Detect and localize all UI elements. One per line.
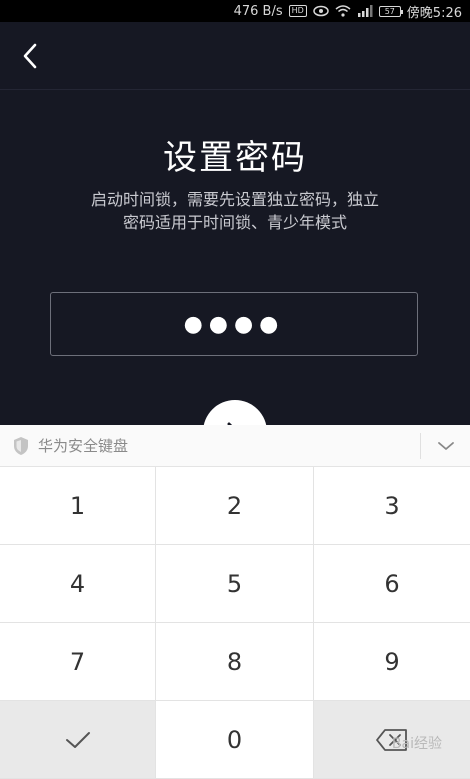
description-line-1: 启动时间锁，需要先设置独立密码，独立 [90, 190, 379, 209]
status-bar: 476 B/s HD 57 傍晚5:26 [0, 0, 470, 22]
page-title: 设置密码 [163, 138, 307, 178]
confirm-key[interactable] [0, 701, 156, 779]
hd-badge: HD [288, 5, 307, 17]
key-3[interactable]: 3 [314, 467, 470, 545]
watermark: Bai经验 [391, 736, 442, 752]
back-button[interactable] [16, 42, 44, 70]
app-screen: 设置密码 启动时间锁，需要先设置独立密码，独立 密码适用于时间锁、青少年模式 ●… [0, 22, 470, 464]
nav-bar [0, 22, 470, 90]
key-9[interactable]: 9 [314, 623, 470, 701]
wifi-icon [335, 5, 351, 17]
secure-keyboard: 华为安全键盘 1 2 3 4 5 6 7 8 9 0 Bai经验 [0, 425, 470, 779]
password-input[interactable]: ●●●● [50, 292, 418, 356]
keyboard-header: 华为安全键盘 [0, 425, 470, 467]
key-2[interactable]: 2 [156, 467, 314, 545]
battery-icon: 57 [378, 5, 403, 17]
key-0[interactable]: 0 [156, 701, 314, 779]
clock: 傍晚5:26 [406, 5, 462, 21]
eye-icon [313, 5, 329, 17]
chevron-left-icon [23, 43, 37, 68]
check-icon [65, 731, 90, 748]
collapse-keyboard-button[interactable] [420, 433, 470, 459]
battery-level: 57 [384, 6, 395, 16]
key-7[interactable]: 7 [0, 623, 156, 701]
keyboard-title: 华为安全键盘 [38, 437, 129, 455]
key-5[interactable]: 5 [156, 545, 314, 623]
key-8[interactable]: 8 [156, 623, 314, 701]
description-line-2: 密码适用于时间锁、青少年模式 [122, 213, 347, 232]
key-6[interactable]: 6 [314, 545, 470, 623]
key-1[interactable]: 1 [0, 467, 156, 545]
password-mask: ●●●● [183, 311, 285, 337]
network-speed: 476 B/s [233, 3, 283, 19]
key-4[interactable]: 4 [0, 545, 156, 623]
page-description: 启动时间锁，需要先设置独立密码，独立 密码适用于时间锁、青少年模式 [40, 188, 430, 234]
chevron-down-icon [437, 442, 454, 450]
shield-icon [14, 436, 28, 455]
signal-icon [357, 5, 373, 17]
